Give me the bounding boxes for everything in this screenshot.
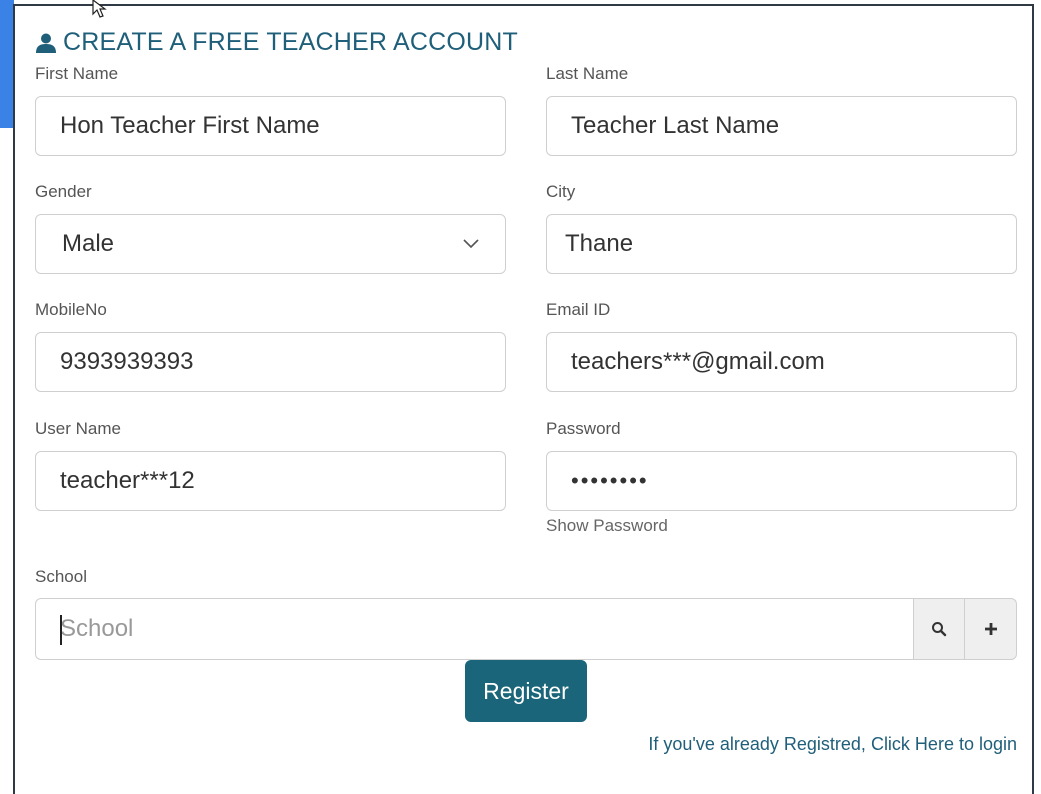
school-input-group: School xyxy=(35,598,1017,660)
chevron-down-icon xyxy=(463,239,479,249)
username-label: User Name xyxy=(35,419,121,438)
school-label: School xyxy=(35,567,87,586)
user-icon xyxy=(36,33,56,53)
mobile-field[interactable]: 9393939393 xyxy=(35,332,506,392)
last-name-field[interactable]: Teacher Last Name xyxy=(546,96,1017,156)
gender-label: Gender xyxy=(35,182,92,201)
gender-value: Male xyxy=(62,230,115,257)
city-label: City xyxy=(546,182,576,201)
first-name-field[interactable]: Hon Teacher First Name xyxy=(35,96,506,156)
login-link[interactable]: If you've already Registred, Click Here … xyxy=(648,734,1017,755)
text-caret xyxy=(60,615,62,645)
register-button[interactable]: Register xyxy=(465,660,587,722)
show-password-toggle[interactable]: Show Password xyxy=(546,516,668,536)
school-add-button[interactable] xyxy=(965,598,1017,660)
school-input[interactable]: School xyxy=(35,598,913,660)
school-search-button[interactable] xyxy=(913,598,965,660)
first-name-label: First Name xyxy=(35,64,119,83)
school-placeholder: School xyxy=(60,615,134,642)
email-field[interactable]: teachers***@gmail.com xyxy=(546,332,1017,392)
city-field[interactable]: Thane xyxy=(546,214,1017,274)
mobile-label: MobileNo xyxy=(35,300,107,319)
last-name-label: Last Name xyxy=(546,64,629,83)
search-icon xyxy=(932,622,947,637)
password-field[interactable]: •••••••• xyxy=(546,451,1017,511)
email-label: Email ID xyxy=(546,300,611,319)
plus-icon xyxy=(984,623,997,635)
username-field[interactable]: teacher***12 xyxy=(35,451,506,511)
form-title-text: CREATE A FREE TEACHER ACCOUNT xyxy=(63,28,518,56)
background-page-strip xyxy=(0,0,14,128)
gender-select[interactable]: Male xyxy=(35,214,506,274)
form-title: CREATE A FREE TEACHER ACCOUNT xyxy=(35,28,518,57)
mouse-cursor-icon xyxy=(92,0,107,18)
password-label: Password xyxy=(546,419,621,438)
